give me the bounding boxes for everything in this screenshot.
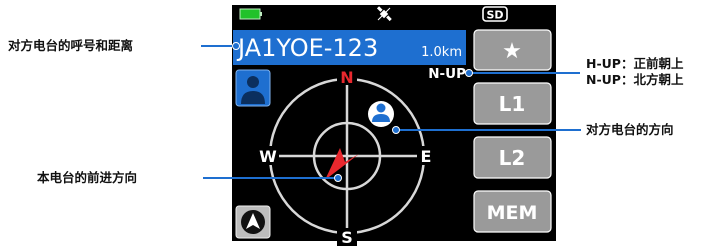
l1-button[interactable]: L1 [473,82,552,125]
west-label: W [259,147,277,166]
station-list-button[interactable] [235,69,271,107]
callout-station-direction: 对方电台的方向 [586,122,674,137]
target-station-icon [368,101,394,127]
south-label: S [341,228,353,246]
star-icon: ★ [502,39,522,64]
compass [268,77,426,235]
sd-label: SD [486,9,503,22]
callout-h-up: H-UP：正前朝上 [586,56,684,71]
battery-icon [239,8,261,20]
distance-text: 1.0km [421,45,462,60]
navigation-button[interactable] [235,205,271,239]
l1-label: L1 [499,92,526,116]
l2-button[interactable]: L2 [473,136,552,179]
mode-label: N-UP [428,66,466,82]
callsign-text: JA1YOE-123 [236,34,378,62]
mem-button[interactable]: MEM [473,190,552,233]
north-label: N [340,68,353,87]
star-button[interactable]: ★ [473,29,552,71]
callout-n-up: N-UP：北方朝上 [586,72,684,87]
callout-callsign-distance: 对方电台的呼号和距离 [8,38,134,53]
mem-label: MEM [487,202,538,224]
l2-label: L2 [499,146,526,170]
callout-own-heading: 本电台的前进方向 [37,170,138,185]
east-label: E [421,147,432,166]
